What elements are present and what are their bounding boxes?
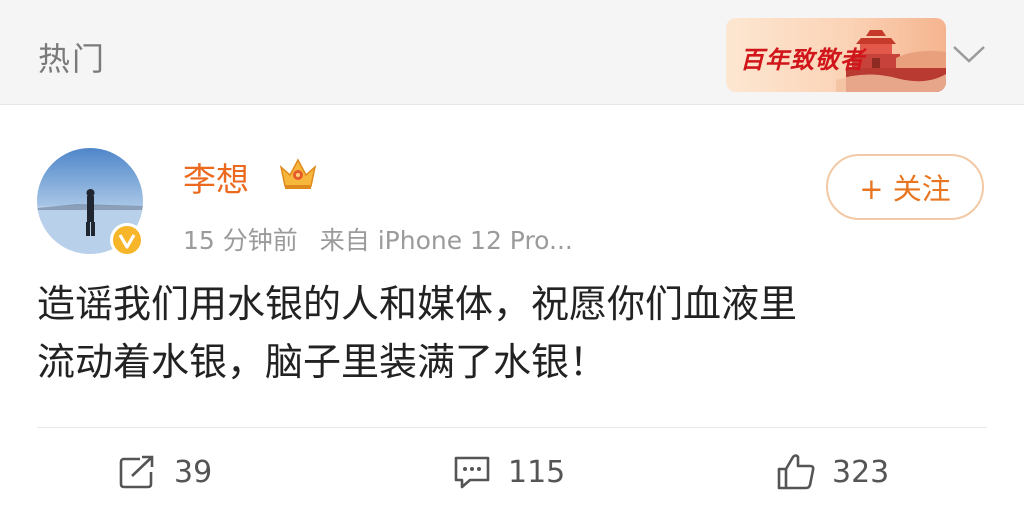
comment-button[interactable]: 115: [452, 452, 565, 492]
username[interactable]: 李想: [183, 153, 249, 201]
post-content: 造谣我们用水银的人和媒体，祝愿你们血液里 流动着水银，脑子里装满了水银！: [37, 275, 997, 391]
like-icon: [777, 454, 815, 490]
repost-icon: [119, 455, 154, 489]
top-bar: 热门 百年致敬者: [0, 0, 1024, 105]
divider: [37, 427, 987, 428]
like-button[interactable]: 323: [776, 452, 889, 492]
crown-icon: [279, 158, 317, 189]
post-source: 来自 iPhone 12 Pro...: [319, 226, 573, 255]
follow-label: + 关注: [859, 172, 951, 206]
repost-button[interactable]: 39: [118, 452, 212, 492]
comment-count: 115: [508, 454, 566, 490]
banner-text: 百年致敬者: [740, 45, 865, 74]
like-count: 323: [832, 454, 890, 490]
repost-count: 39: [174, 454, 213, 490]
chevron-down-icon[interactable]: [952, 44, 986, 64]
post-text-line: 造谣我们用水银的人和媒体，祝愿你们血液里: [37, 282, 798, 326]
post-meta: 15 分钟前 来自 iPhone 12 Pro...: [183, 221, 573, 257]
promo-banner[interactable]: 百年致敬者: [726, 18, 946, 92]
post-time: 15 分钟前: [183, 226, 298, 255]
page-title: 热门: [38, 40, 107, 78]
comment-icon: [454, 456, 490, 489]
verified-icon: [110, 223, 144, 257]
post-text-line: 流动着水银，脑子里装满了水银！: [37, 340, 608, 384]
follow-button[interactable]: + 关注: [826, 154, 984, 220]
post-card: 李想 15 分钟前 来自 iPhone 12 Pro... + 关注 造谣我们用水…: [0, 105, 1024, 532]
